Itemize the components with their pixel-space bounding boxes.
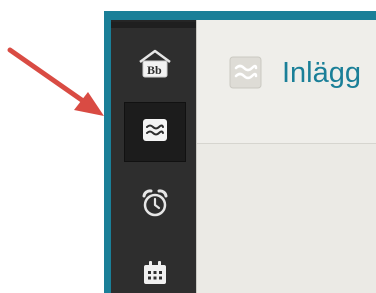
sidebar-item-posts[interactable] [124, 102, 186, 162]
sidebar-item-alarms[interactable] [124, 175, 186, 235]
main-panel: Inlägg [196, 20, 376, 293]
waves-icon [142, 118, 168, 147]
screenshot-canvas: Bb Inlägg [0, 0, 376, 293]
waves-icon [229, 56, 262, 89]
bb-badge-label: Bb [147, 63, 162, 77]
sidebar-top-edge [111, 22, 196, 28]
alarm-clock-icon [140, 188, 170, 223]
page-header: Inlägg [197, 20, 376, 144]
sidebar-item-calendar[interactable] [124, 245, 186, 293]
calendar-icon [142, 260, 168, 291]
sidebar-item-home[interactable]: Bb [124, 36, 186, 96]
sidebar: Bb [111, 20, 196, 293]
blackboard-home-icon: Bb [138, 49, 172, 84]
page-title: Inlägg [282, 57, 362, 89]
content-area [197, 144, 376, 293]
